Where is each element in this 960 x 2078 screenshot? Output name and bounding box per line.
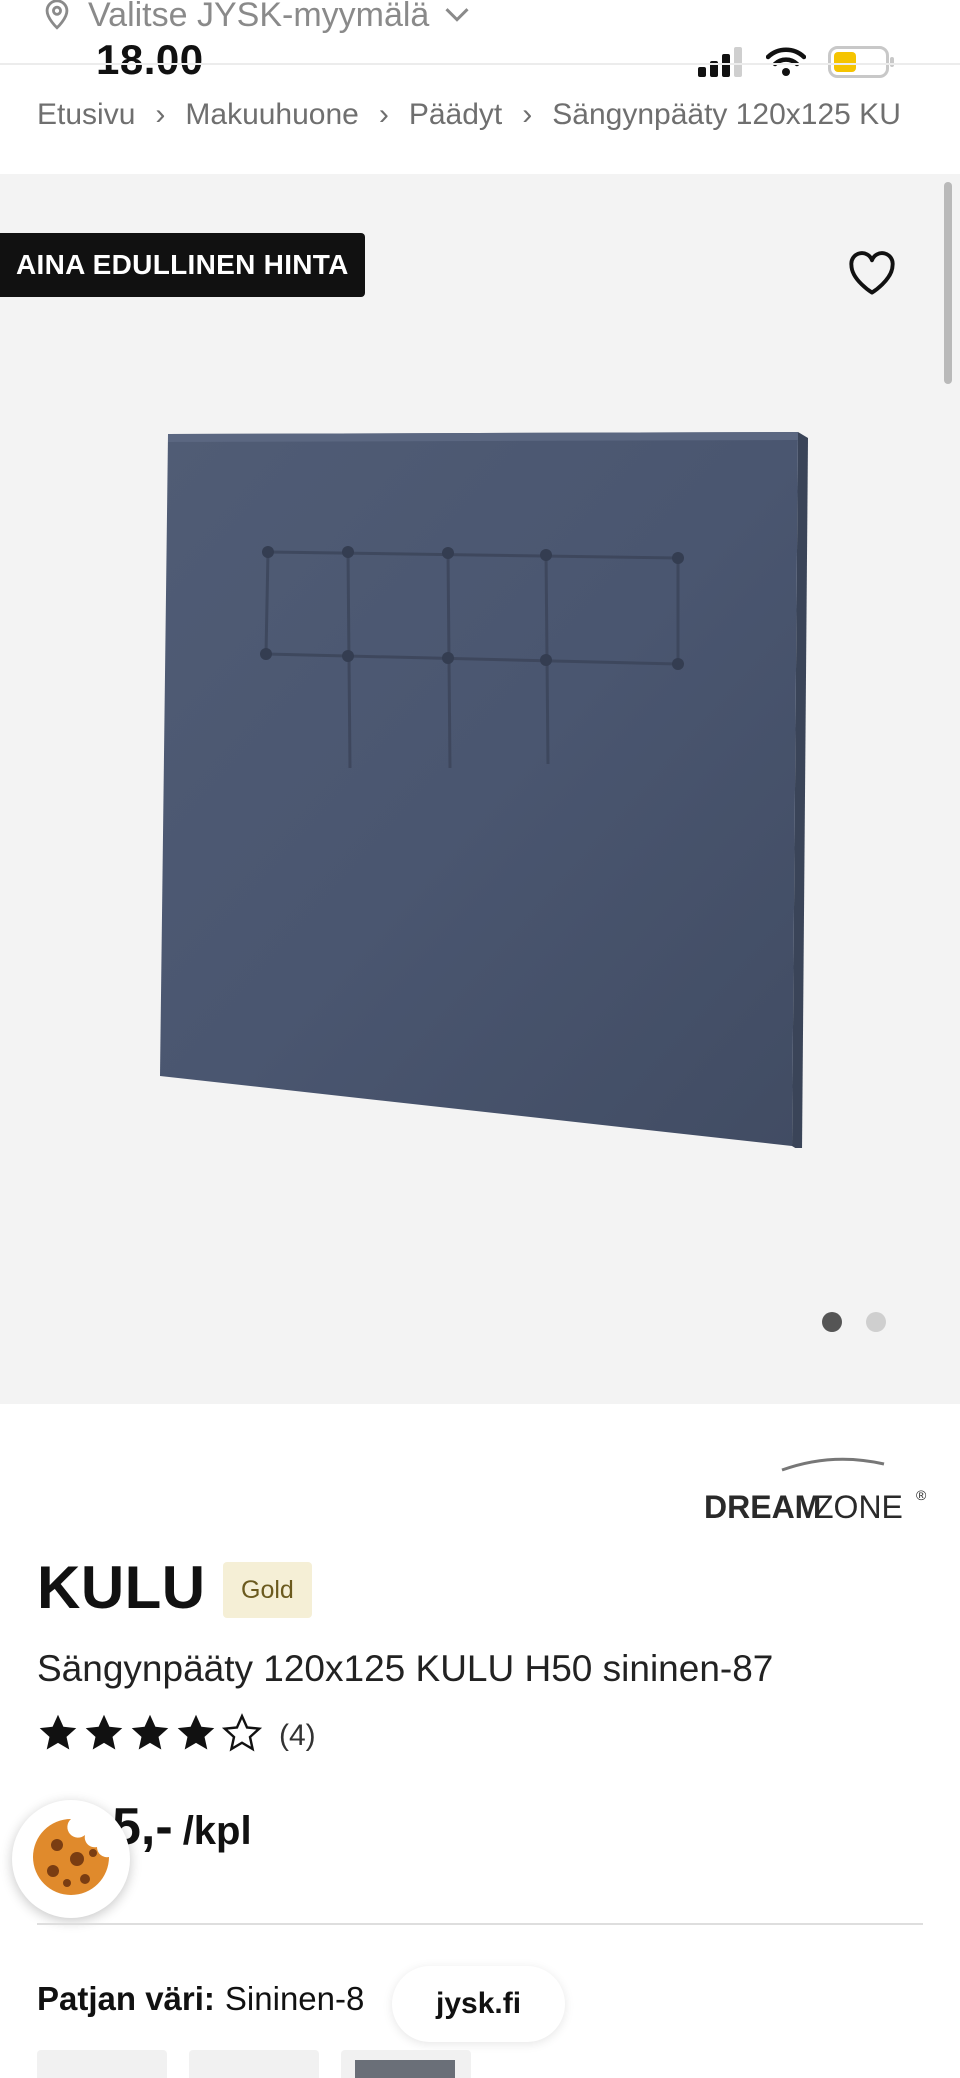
tier-badge: Gold: [223, 1562, 312, 1618]
product-name: KULU: [37, 1554, 206, 1621]
favorite-heart-icon[interactable]: [846, 248, 898, 296]
brand-logo: DREAM ZONE ®: [702, 1448, 932, 1533]
price-badge: AINA EDULLINEN HINTA: [0, 233, 365, 297]
gallery-dot-1[interactable]: [822, 1312, 842, 1332]
star-filled-icon: [129, 1713, 171, 1758]
price-unit: /kpl: [182, 1809, 252, 1853]
brand-logo-mark: ®: [916, 1487, 927, 1503]
status-clock: 18.00: [96, 36, 204, 83]
gallery-dot-2[interactable]: [866, 1312, 886, 1332]
gallery-pagination[interactable]: [822, 1312, 886, 1332]
breadcrumb-separator: ›: [522, 98, 533, 131]
section-divider: [37, 1923, 923, 1925]
breadcrumb: Etusivu › Makuuhuone › Päädyt › Sängynpä…: [37, 98, 901, 132]
option-value: Sininen-8: [224, 1980, 365, 2017]
breadcrumb-item-bedroom[interactable]: Makuuhuone: [185, 98, 358, 132]
breadcrumb-item-headboards[interactable]: Päädyt: [409, 98, 502, 132]
color-swatch[interactable]: [189, 2050, 319, 2078]
breadcrumb-item-current: Sängynpääty 120x125 KU: [552, 98, 901, 131]
color-swatch[interactable]: [37, 2050, 167, 2078]
option-label: Patjan väri:: [37, 1980, 215, 2017]
mattress-color-option: Patjan väri: Sininen-8: [37, 1980, 364, 2018]
cookie-icon: [29, 1815, 113, 1904]
cookie-consent-button[interactable]: [12, 1800, 130, 1918]
breadcrumb-item-home[interactable]: Etusivu: [37, 98, 135, 132]
store-selector[interactable]: Valitse JYSK-myymälä: [40, 0, 471, 34]
color-swatch[interactable]: [341, 2050, 471, 2078]
chevron-down-icon: [443, 5, 471, 25]
location-pin-icon: [40, 0, 74, 32]
page-scrollbar[interactable]: [944, 182, 952, 384]
product-description: Sängynpääty 120x125 KULU H50 sininen-87: [37, 1648, 774, 1689]
header-divider: [0, 63, 960, 65]
product-price: 5,-/kpl: [112, 1797, 252, 1857]
star-empty-icon: [221, 1713, 263, 1758]
product-image-headboard: [158, 428, 808, 1153]
breadcrumb-separator: ›: [155, 98, 166, 131]
product-rating[interactable]: (4): [37, 1713, 316, 1758]
star-filled-icon: [175, 1713, 217, 1758]
color-swatches: [37, 2050, 471, 2078]
brand-logo-text-light: ZONE: [814, 1489, 903, 1525]
rating-count: (4): [279, 1718, 316, 1752]
brand-logo-text-bold: DREAM: [704, 1489, 821, 1525]
star-filled-icon: [37, 1713, 79, 1758]
store-selector-label: Valitse JYSK-myymälä: [88, 0, 430, 34]
browser-url-bar[interactable]: jysk.fi: [392, 1966, 566, 2042]
breadcrumb-separator: ›: [378, 98, 389, 131]
star-filled-icon: [83, 1713, 125, 1758]
